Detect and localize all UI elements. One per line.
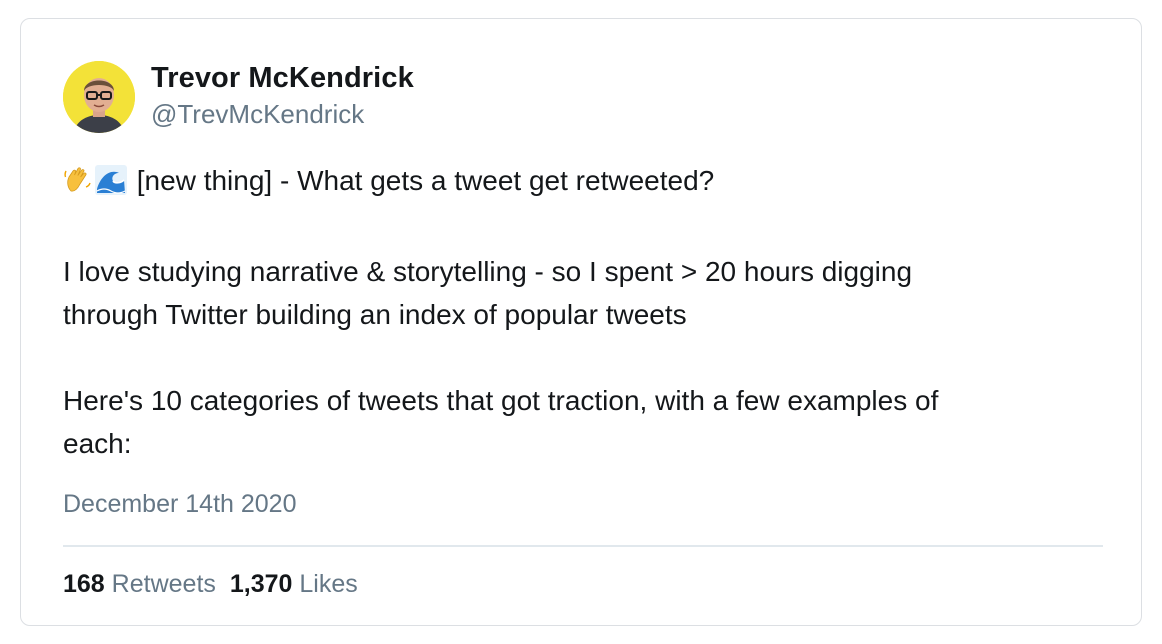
tweet-text: [new thing] - What gets a tweet get retw… xyxy=(63,159,1103,465)
tweet-line-2a: I love studying narrative & storytelling… xyxy=(63,256,913,287)
author-block: Trevor McKendrick @TrevMcKendrick xyxy=(151,61,414,129)
retweets-stat[interactable]: 168 Retweets xyxy=(63,570,216,598)
tweet-line-1: [new thing] - What gets a tweet get retw… xyxy=(63,159,1103,207)
tweet-line-3b: each: xyxy=(63,428,132,459)
retweets-count: 168 xyxy=(63,570,105,598)
waving-hand-icon xyxy=(63,164,93,207)
likes-stat[interactable]: 1,370 Likes xyxy=(230,570,358,598)
likes-label: Likes xyxy=(299,570,358,598)
likes-count: 1,370 xyxy=(229,570,293,598)
tweet-line-3a: Here's 10 categories of tweets that got … xyxy=(63,385,939,416)
author-name[interactable]: Trevor McKendrick xyxy=(151,61,414,95)
tweet-card: Trevor McKendrick @TrevMcKendrick [new t… xyxy=(20,18,1142,626)
retweets-label: Retweets xyxy=(111,570,216,598)
tweet-line-2b: through Twitter building an index of pop… xyxy=(63,299,687,330)
water-wave-icon xyxy=(95,164,127,207)
tweet-date[interactable]: December 14th 2020 xyxy=(63,489,296,519)
author-avatar[interactable] xyxy=(63,61,135,133)
tweet-stats: 168 Retweets 1,370 Likes xyxy=(63,569,358,599)
divider xyxy=(63,545,1103,547)
author-handle[interactable]: @TrevMcKendrick xyxy=(151,99,414,129)
tweet-line-1-text: [new thing] - What gets a tweet get retw… xyxy=(136,165,715,196)
avatar-portrait-icon xyxy=(63,61,135,133)
